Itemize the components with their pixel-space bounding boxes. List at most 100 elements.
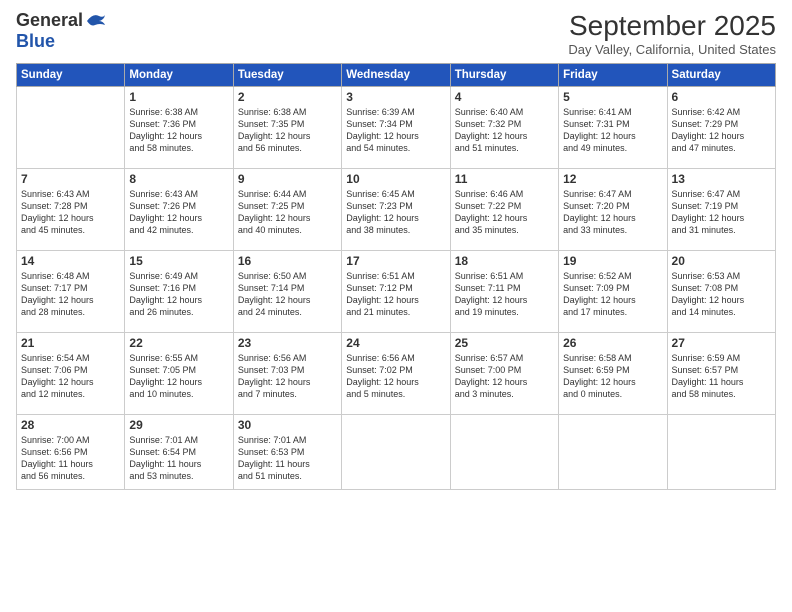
week-row-4: 21 Sunrise: 6:54 AM Sunset: 7:06 PM Dayli… <box>17 333 776 415</box>
cell-4-3 <box>342 415 450 490</box>
cell-3-5: 26Sunrise: 6:58 AM Sunset: 6:59 PM Dayli… <box>559 333 667 415</box>
week-row-1: 1Sunrise: 6:38 AM Sunset: 7:36 PM Daylig… <box>17 87 776 169</box>
cell-0-5: 5Sunrise: 6:41 AM Sunset: 7:31 PM Daylig… <box>559 87 667 169</box>
day-info-15: Sunrise: 6:49 AM Sunset: 7:16 PM Dayligh… <box>129 270 228 319</box>
day-info-6: Sunrise: 6:42 AM Sunset: 7:29 PM Dayligh… <box>672 106 771 155</box>
day-info-8: Sunrise: 6:43 AM Sunset: 7:26 PM Dayligh… <box>129 188 228 237</box>
day-info-25: Sunrise: 6:57 AM Sunset: 7:00 PM Dayligh… <box>455 352 554 401</box>
col-monday: Monday <box>125 64 233 87</box>
cell-2-3: 17 Sunrise: 6:51 AM Sunset: 7:12 PM Dayli… <box>342 251 450 333</box>
day-num-3: 3 <box>346 90 445 104</box>
day-info-17: Sunrise: 6:51 AM Sunset: 7:12 PM Dayligh… <box>346 270 445 319</box>
day-num-12: 12 <box>563 172 662 186</box>
day-num-15: 15 <box>129 254 228 268</box>
location: Day Valley, California, United States <box>568 42 776 57</box>
cell-4-6 <box>667 415 775 490</box>
col-wednesday: Wednesday <box>342 64 450 87</box>
cell-1-0: 7 Sunrise: 6:43 AM Sunset: 7:28 PM Daylig… <box>17 169 125 251</box>
cell-0-1: 1Sunrise: 6:38 AM Sunset: 7:36 PM Daylig… <box>125 87 233 169</box>
day-num-11: 11 <box>455 172 554 186</box>
cell-4-2: 30Sunrise: 7:01 AM Sunset: 6:53 PM Dayli… <box>233 415 341 490</box>
day-info-29: Sunrise: 7:01 AM Sunset: 6:54 PM Dayligh… <box>129 434 228 483</box>
day-num-6: 6 <box>672 90 771 104</box>
day-num-20: 20 <box>672 254 771 268</box>
day-info-12: Sunrise: 6:47 AM Sunset: 7:20 PM Dayligh… <box>563 188 662 237</box>
day-num-29: 29 <box>129 418 228 432</box>
cell-3-1: 22 Sunrise: 6:55 AM Sunset: 7:05 PM Dayli… <box>125 333 233 415</box>
day-num-22: 22 <box>129 336 228 350</box>
cell-1-6: 13 Sunrise: 6:47 AM Sunset: 7:19 PM Dayli… <box>667 169 775 251</box>
cell-2-1: 15 Sunrise: 6:49 AM Sunset: 7:16 PM Dayli… <box>125 251 233 333</box>
day-num-16: 16 <box>238 254 337 268</box>
day-num-9: 9 <box>238 172 337 186</box>
cell-0-0 <box>17 87 125 169</box>
title-block: September 2025 Day Valley, California, U… <box>568 10 776 57</box>
day-info-22: Sunrise: 6:55 AM Sunset: 7:05 PM Dayligh… <box>129 352 228 401</box>
cell-4-4 <box>450 415 558 490</box>
cell-1-3: 10 Sunrise: 6:45 AM Sunset: 7:23 PM Dayli… <box>342 169 450 251</box>
cell-4-1: 29 Sunrise: 7:01 AM Sunset: 6:54 PM Dayli… <box>125 415 233 490</box>
cell-2-0: 14 Sunrise: 6:48 AM Sunset: 7:17 PM Dayli… <box>17 251 125 333</box>
day-info-13: Sunrise: 6:47 AM Sunset: 7:19 PM Dayligh… <box>672 188 771 237</box>
cell-3-0: 21 Sunrise: 6:54 AM Sunset: 7:06 PM Dayli… <box>17 333 125 415</box>
col-friday: Friday <box>559 64 667 87</box>
day-num-24: 24 <box>346 336 445 350</box>
logo-bird-icon <box>85 11 107 31</box>
cell-0-2: 2 Sunrise: 6:38 AM Sunset: 7:35 PM Daylig… <box>233 87 341 169</box>
day-num-17: 17 <box>346 254 445 268</box>
day-info-7: Sunrise: 6:43 AM Sunset: 7:28 PM Dayligh… <box>21 188 120 237</box>
day-num-30: 30 <box>238 418 337 432</box>
cell-0-4: 4 Sunrise: 6:40 AM Sunset: 7:32 PM Daylig… <box>450 87 558 169</box>
day-info-3: Sunrise: 6:39 AM Sunset: 7:34 PM Dayligh… <box>346 106 445 155</box>
week-row-2: 7 Sunrise: 6:43 AM Sunset: 7:28 PM Daylig… <box>17 169 776 251</box>
day-info-11: Sunrise: 6:46 AM Sunset: 7:22 PM Dayligh… <box>455 188 554 237</box>
logo: General Blue <box>16 10 107 52</box>
month-title: September 2025 <box>568 10 776 42</box>
day-num-10: 10 <box>346 172 445 186</box>
day-info-10: Sunrise: 6:45 AM Sunset: 7:23 PM Dayligh… <box>346 188 445 237</box>
day-num-13: 13 <box>672 172 771 186</box>
logo-blue-text: Blue <box>16 31 55 52</box>
day-info-2: Sunrise: 6:38 AM Sunset: 7:35 PM Dayligh… <box>238 106 337 155</box>
calendar-header-row: Sunday Monday Tuesday Wednesday Thursday… <box>17 64 776 87</box>
cell-2-6: 20 Sunrise: 6:53 AM Sunset: 7:08 PM Dayli… <box>667 251 775 333</box>
week-row-3: 14 Sunrise: 6:48 AM Sunset: 7:17 PM Dayli… <box>17 251 776 333</box>
day-num-19: 19 <box>563 254 662 268</box>
cell-0-3: 3 Sunrise: 6:39 AM Sunset: 7:34 PM Daylig… <box>342 87 450 169</box>
day-num-1: 1 <box>129 90 228 104</box>
col-sunday: Sunday <box>17 64 125 87</box>
day-num-8: 8 <box>129 172 228 186</box>
day-info-4: Sunrise: 6:40 AM Sunset: 7:32 PM Dayligh… <box>455 106 554 155</box>
day-info-18: Sunrise: 6:51 AM Sunset: 7:11 PM Dayligh… <box>455 270 554 319</box>
day-num-14: 14 <box>21 254 120 268</box>
cell-3-2: 23Sunrise: 6:56 AM Sunset: 7:03 PM Dayli… <box>233 333 341 415</box>
day-num-4: 4 <box>455 90 554 104</box>
col-saturday: Saturday <box>667 64 775 87</box>
col-thursday: Thursday <box>450 64 558 87</box>
day-num-21: 21 <box>21 336 120 350</box>
cell-3-4: 25Sunrise: 6:57 AM Sunset: 7:00 PM Dayli… <box>450 333 558 415</box>
day-info-26: Sunrise: 6:58 AM Sunset: 6:59 PM Dayligh… <box>563 352 662 401</box>
day-info-23: Sunrise: 6:56 AM Sunset: 7:03 PM Dayligh… <box>238 352 337 401</box>
day-info-14: Sunrise: 6:48 AM Sunset: 7:17 PM Dayligh… <box>21 270 120 319</box>
cell-2-2: 16Sunrise: 6:50 AM Sunset: 7:14 PM Dayli… <box>233 251 341 333</box>
day-info-28: Sunrise: 7:00 AM Sunset: 6:56 PM Dayligh… <box>21 434 120 483</box>
day-num-5: 5 <box>563 90 662 104</box>
calendar-table: Sunday Monday Tuesday Wednesday Thursday… <box>16 63 776 490</box>
cell-3-6: 27Sunrise: 6:59 AM Sunset: 6:57 PM Dayli… <box>667 333 775 415</box>
day-num-28: 28 <box>21 418 120 432</box>
day-info-20: Sunrise: 6:53 AM Sunset: 7:08 PM Dayligh… <box>672 270 771 319</box>
page: General Blue September 2025 Day Valley, … <box>0 0 792 612</box>
day-num-2: 2 <box>238 90 337 104</box>
day-info-21: Sunrise: 6:54 AM Sunset: 7:06 PM Dayligh… <box>21 352 120 401</box>
cell-4-5 <box>559 415 667 490</box>
day-info-24: Sunrise: 6:56 AM Sunset: 7:02 PM Dayligh… <box>346 352 445 401</box>
day-info-9: Sunrise: 6:44 AM Sunset: 7:25 PM Dayligh… <box>238 188 337 237</box>
header: General Blue September 2025 Day Valley, … <box>16 10 776 57</box>
logo-general-text: General <box>16 10 83 31</box>
cell-1-5: 12 Sunrise: 6:47 AM Sunset: 7:20 PM Dayli… <box>559 169 667 251</box>
cell-1-2: 9 Sunrise: 6:44 AM Sunset: 7:25 PM Daylig… <box>233 169 341 251</box>
cell-2-4: 18Sunrise: 6:51 AM Sunset: 7:11 PM Dayli… <box>450 251 558 333</box>
cell-4-0: 28 Sunrise: 7:00 AM Sunset: 6:56 PM Dayli… <box>17 415 125 490</box>
day-num-7: 7 <box>21 172 120 186</box>
